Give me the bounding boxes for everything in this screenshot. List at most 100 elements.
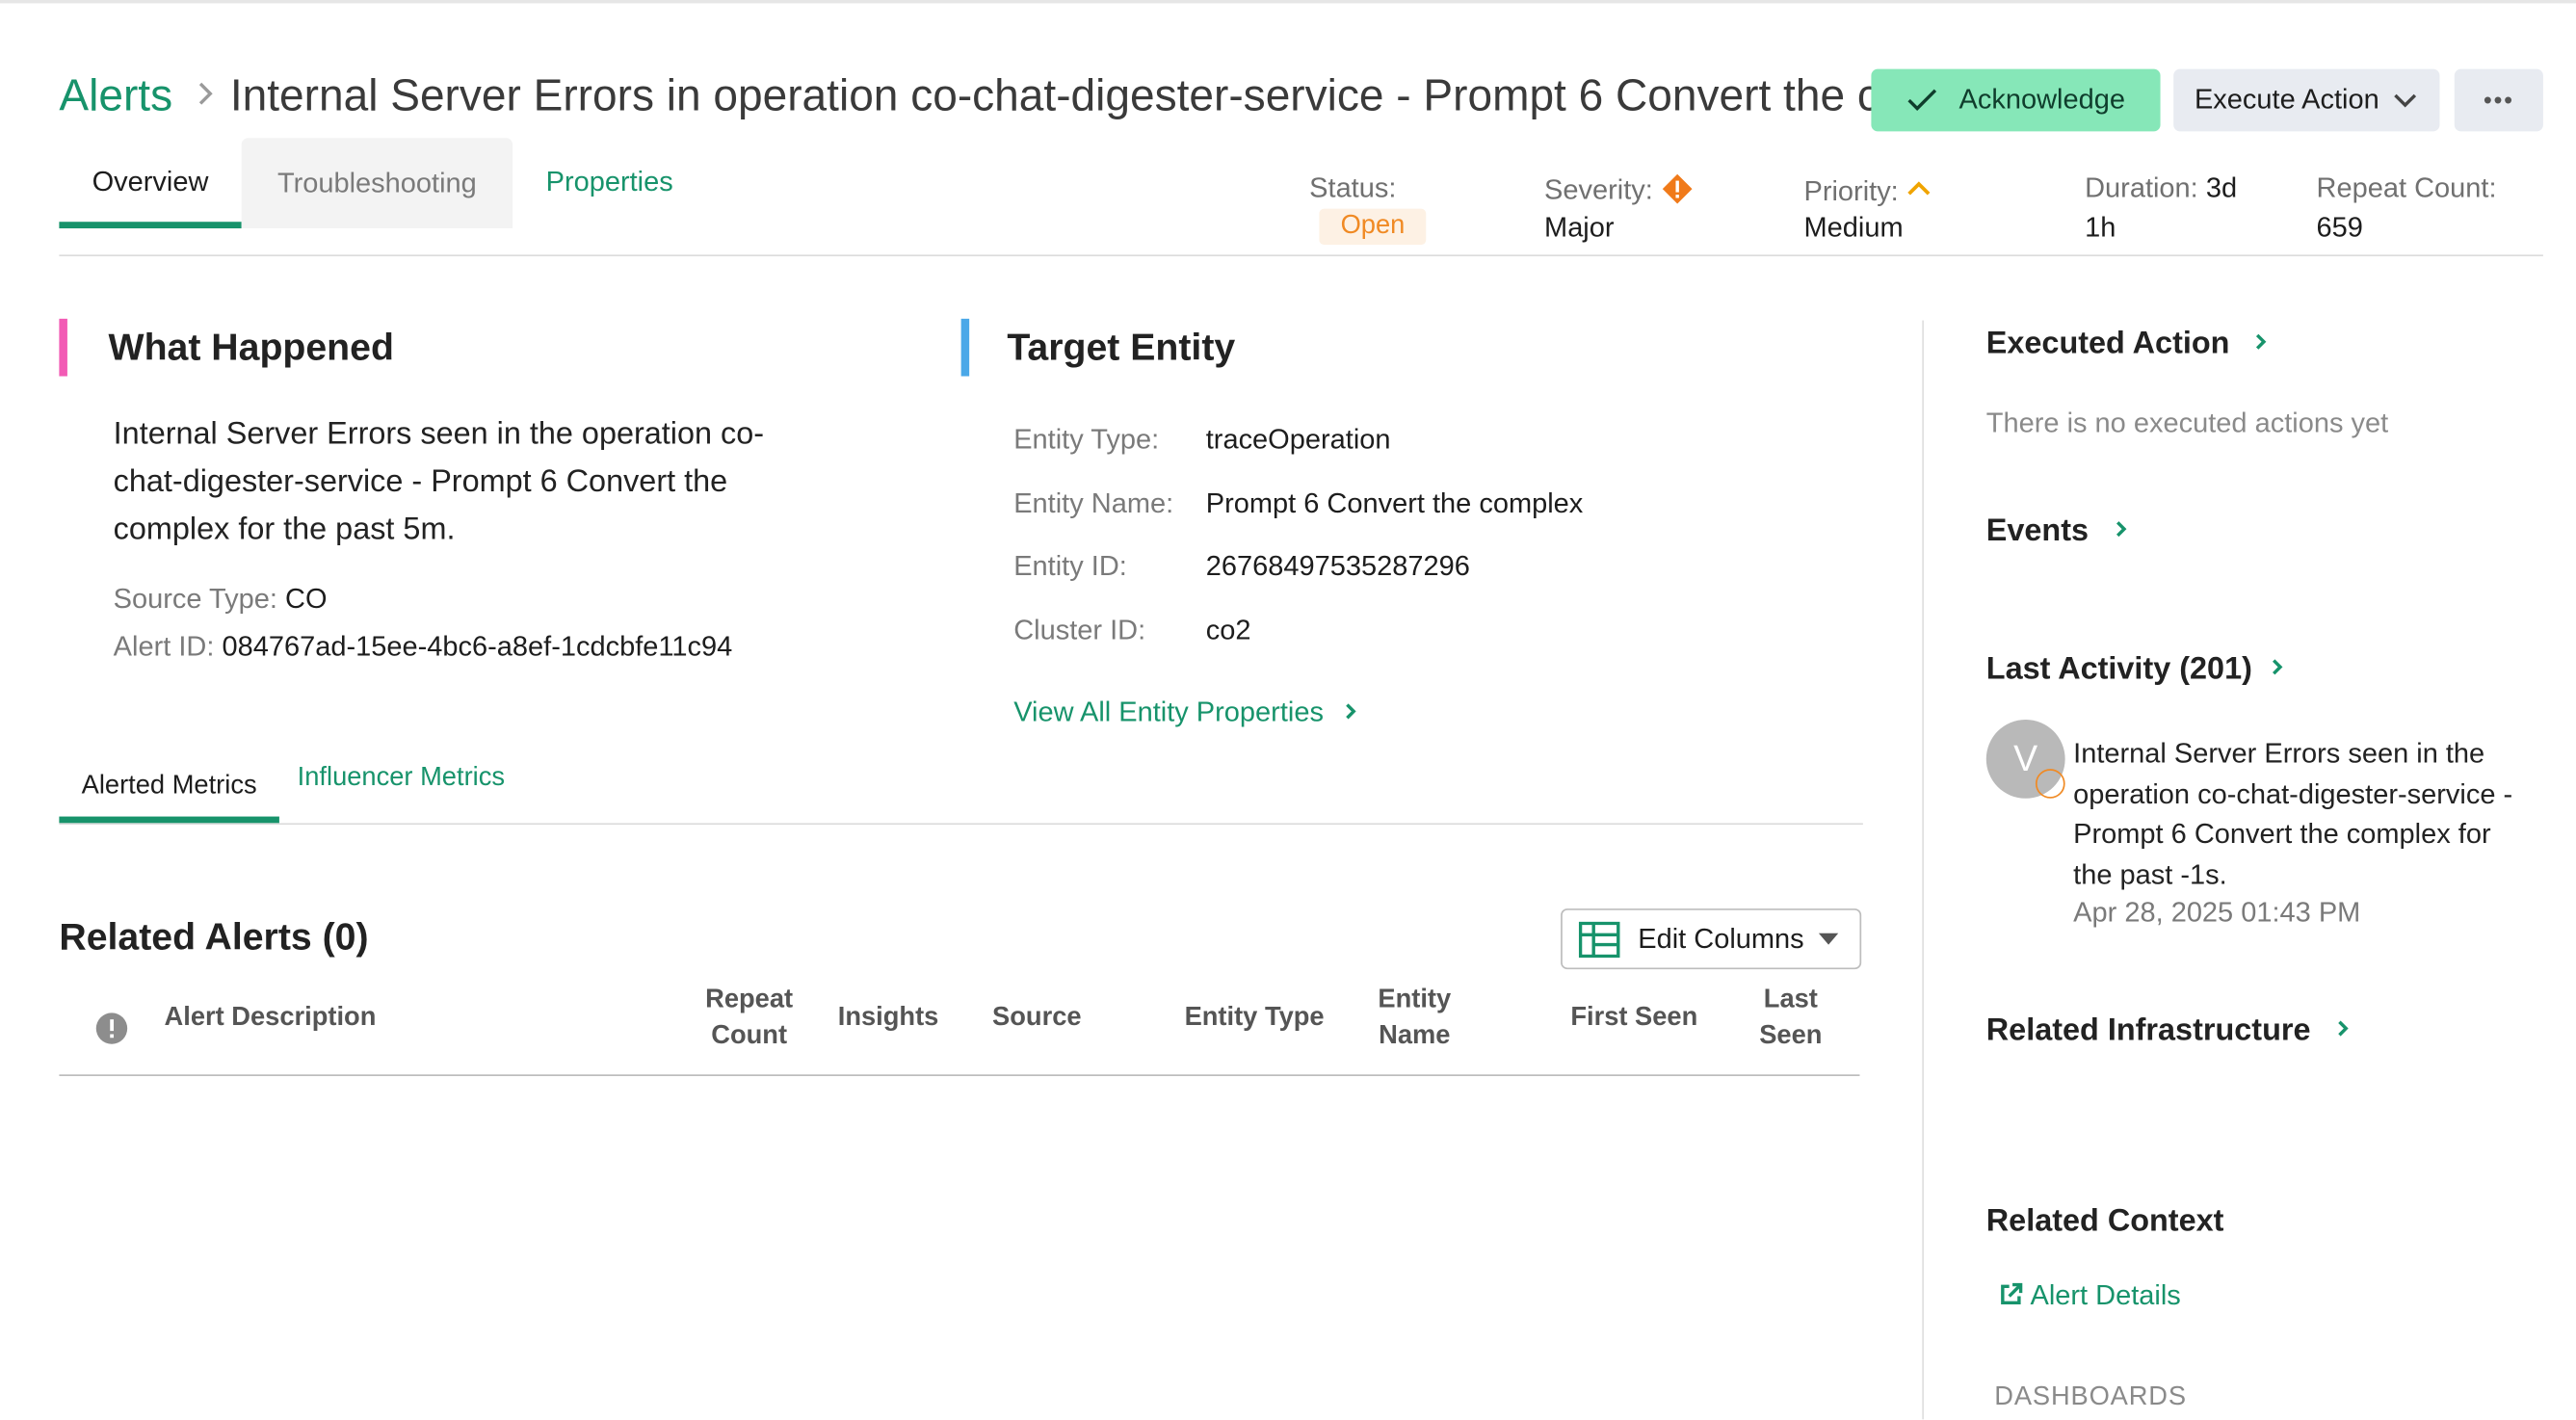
tab-alerted-metrics-label: Alerted Metrics (81, 772, 257, 801)
column-insights[interactable]: Insights (838, 1001, 939, 1038)
column-repeat-count[interactable]: Repeat Count (690, 983, 808, 1055)
severity-value: Major (1544, 211, 1615, 244)
alert-details-label: Alert Details (2030, 1279, 2181, 1311)
breadcrumb-alerts-link[interactable]: Alerts (59, 70, 172, 119)
activity-timestamp: Apr 28, 2025 01:43 PM (2073, 897, 2361, 929)
source-type-row: Source Type: CO (114, 583, 328, 616)
status-ring-icon (2035, 769, 2065, 799)
entity-id-value: 26768497535287296 (1205, 550, 1470, 582)
chevron-right-icon (1345, 697, 1358, 729)
dashboards-label: DASHBOARDS (1994, 1382, 2187, 1411)
sidebar-divider (1922, 320, 1924, 1420)
priority-field: Priority: (1803, 172, 1932, 209)
related-alerts-heading: Related Alerts (0) (59, 914, 369, 959)
activity-line: Internal Server Errors seen in the (2073, 737, 2485, 770)
priority-label: Priority: (1803, 175, 1899, 207)
entity-type-value: traceOperation (1205, 423, 1391, 456)
executed-action-section[interactable]: Executed Action (1986, 326, 2268, 363)
acknowledge-button[interactable]: Acknowledge (1871, 68, 2161, 132)
view-all-label: View All Entity Properties (1013, 697, 1324, 728)
activity-message: Internal Server Errors seen in the opera… (2073, 734, 2512, 896)
repeat-count-label: Repeat Count: (2316, 172, 2497, 204)
column-label-line: Entity (1378, 986, 1452, 1014)
column-label-line: Count (711, 1021, 788, 1050)
tab-properties[interactable]: Properties (513, 142, 706, 224)
target-entity-accent (960, 318, 970, 377)
check-icon (1906, 87, 1939, 113)
alert-detail-page: Alerts Internal Server Errors in operati… (0, 0, 2576, 1420)
activity-line: operation co-chat-digester-service - (2073, 777, 2513, 810)
entity-id-label: Entity ID: (1013, 550, 1127, 582)
severity-field: Severity: (1544, 172, 1694, 214)
column-first-seen[interactable]: First Seen (1570, 1001, 1697, 1038)
chevron-right-icon (2271, 650, 2284, 687)
breadcrumb: Alerts Internal Server Errors in operati… (59, 70, 1940, 121)
what-happened-accent (59, 318, 67, 377)
duration-field: Duration: 3d (2085, 172, 2237, 205)
page-title: Internal Server Errors in operation co-c… (229, 70, 1941, 120)
metric-tabs-divider (59, 823, 1863, 826)
entity-name-label: Entity Name: (1013, 487, 1174, 519)
no-executed-actions-text: There is no executed actions yet (1985, 407, 2389, 439)
columns-icon (1578, 920, 1620, 958)
chevron-right-icon (2336, 1012, 2350, 1049)
alert-id-label: Alert ID: (113, 630, 215, 663)
execute-action-button[interactable]: Execute Action (2173, 68, 2440, 132)
breadcrumb-chevron-icon (195, 70, 214, 121)
description-line: complex for the past 5m. (113, 513, 456, 547)
column-source[interactable]: Source (992, 1001, 1082, 1038)
repeat-count-value: 659 (2316, 211, 2363, 244)
column-alert-description[interactable]: Alert Description (165, 1001, 377, 1038)
executed-action-heading: Executed Action (1985, 327, 2230, 362)
column-entity-name[interactable]: Entity Name (1363, 983, 1465, 1055)
more-icon: ••• (2483, 86, 2514, 115)
chevron-right-icon (2255, 326, 2269, 362)
top-border (0, 0, 2576, 4)
tab-influencer-metrics[interactable]: Influencer Metrics (298, 764, 505, 794)
tab-troubleshooting[interactable]: Troubleshooting (241, 138, 513, 229)
entity-name-value: Prompt 6 Convert the complex (1205, 487, 1584, 519)
edit-columns-button[interactable]: Edit Columns (1561, 908, 1862, 970)
tab-overview-indicator (59, 222, 242, 229)
avatar-initial: V (2013, 737, 2038, 779)
cluster-id-value: co2 (1205, 614, 1251, 646)
column-last-seen[interactable]: Last Seen (1751, 983, 1830, 1055)
duration-hours: 1h (2085, 211, 2116, 244)
column-label-line: Last (1763, 986, 1818, 1014)
severity-label: Severity: (1544, 173, 1653, 206)
more-options-button[interactable]: ••• (2454, 68, 2543, 132)
target-entity-heading: Target Entity (1007, 325, 1236, 369)
last-activity-section[interactable]: Last Activity (201) (1986, 650, 2284, 688)
priority-value: Medium (1803, 211, 1904, 244)
what-happened-heading: What Happened (108, 325, 394, 369)
chevron-right-icon (2114, 513, 2127, 549)
alert-id-row: Alert ID: 084767ad-15ee-4bc6-a8ef-1cdcbf… (114, 631, 733, 664)
tab-overview[interactable]: Overview (59, 142, 241, 224)
status-label: Status: (1309, 172, 1397, 204)
alert-details-link[interactable]: Alert Details (1998, 1279, 2181, 1316)
execute-action-label: Execute Action (2194, 83, 2379, 116)
tab-overview-label: Overview (92, 166, 209, 197)
source-type-value: CO (285, 583, 328, 615)
status-badge: Open (1319, 208, 1427, 246)
entity-type-label: Entity Type: (1013, 423, 1160, 456)
table-header-divider (59, 1074, 1860, 1077)
view-all-entity-properties-link[interactable]: View All Entity Properties (1013, 697, 1357, 729)
column-entity-type[interactable]: Entity Type (1185, 1001, 1325, 1038)
duration-label: Duration: (2085, 172, 2198, 204)
related-infrastructure-section[interactable]: Related Infrastructure (1986, 1012, 2349, 1050)
tab-alerted-metrics[interactable]: Alerted Metrics (59, 759, 279, 815)
chevron-down-icon (2392, 92, 2418, 109)
alert-id-value: 084767ad-15ee-4bc6-a8ef-1cdcbfe11c94 (222, 630, 733, 663)
source-type-label: Source Type: (113, 583, 277, 615)
last-activity-heading: Last Activity (201) (1985, 652, 2252, 687)
acknowledge-label: Acknowledge (1958, 83, 2125, 116)
header-divider (59, 254, 2543, 257)
tab-troubleshooting-label: Troubleshooting (276, 167, 477, 198)
priority-medium-icon (1906, 172, 1932, 205)
tab-properties-label: Properties (545, 166, 673, 197)
what-happened-description: Internal Server Errors seen in the opera… (114, 410, 764, 553)
severity-column-icon (95, 1012, 128, 1054)
column-label-line: Repeat (705, 986, 794, 1014)
events-section[interactable]: Events (1986, 513, 2127, 550)
